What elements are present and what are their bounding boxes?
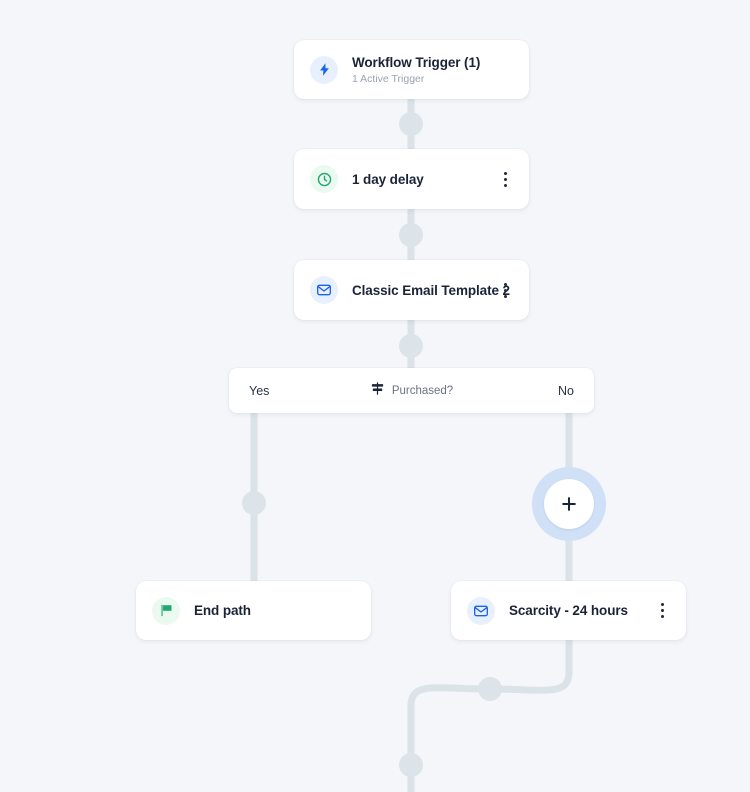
node-text-group: 1 day delay xyxy=(352,172,483,187)
node-title: 1 day delay xyxy=(352,171,424,187)
connector-dot xyxy=(399,753,423,777)
plus-icon xyxy=(544,479,594,529)
node-subtitle: 1 Active Trigger xyxy=(352,72,425,85)
node-end-path[interactable]: End path xyxy=(136,581,371,640)
lightning-bolt-icon xyxy=(310,55,338,84)
node-text-group: End path xyxy=(194,603,355,618)
branch-condition-bar[interactable]: Yes Purchased? No xyxy=(229,368,594,413)
branch-condition-group: Purchased? xyxy=(319,381,504,401)
node-scarcity[interactable]: Scarcity - 24 hours xyxy=(451,581,686,640)
connector-dot xyxy=(399,112,423,136)
flag-icon xyxy=(152,596,180,625)
node-title: End path xyxy=(194,603,251,618)
connector-dot xyxy=(399,223,423,247)
envelope-icon xyxy=(467,596,495,625)
branch-yes-label[interactable]: Yes xyxy=(249,384,319,398)
node-title: Scarcity - 24 hours xyxy=(509,603,628,618)
envelope-icon xyxy=(310,276,338,304)
node-workflow-trigger[interactable]: Workflow Trigger (1) 1 Active Trigger xyxy=(294,40,529,99)
node-title: Classic Email Template 2 xyxy=(352,282,510,298)
kebab-menu-icon[interactable] xyxy=(497,280,513,300)
node-delay[interactable]: 1 day delay xyxy=(294,149,529,209)
connector-dot xyxy=(242,491,266,515)
kebab-menu-icon[interactable] xyxy=(654,601,670,621)
signpost-icon xyxy=(370,381,385,401)
node-text-group: Workflow Trigger (1) 1 Active Trigger xyxy=(352,55,513,85)
connector-dot xyxy=(478,677,502,701)
kebab-menu-icon[interactable] xyxy=(497,169,513,189)
branch-condition-label: Purchased? xyxy=(391,384,454,397)
clock-icon xyxy=(310,165,338,193)
node-email-template[interactable]: Classic Email Template 2 xyxy=(294,260,529,320)
node-text-group: Classic Email Template 2 xyxy=(352,282,510,298)
connector-dot xyxy=(399,334,423,358)
branch-no-label[interactable]: No xyxy=(504,384,574,398)
workflow-canvas[interactable]: Workflow Trigger (1) 1 Active Trigger 1 … xyxy=(0,0,750,792)
node-title: Workflow Trigger (1) xyxy=(352,54,481,70)
add-node-button[interactable] xyxy=(532,467,606,541)
node-text-group: Scarcity - 24 hours xyxy=(509,603,640,618)
